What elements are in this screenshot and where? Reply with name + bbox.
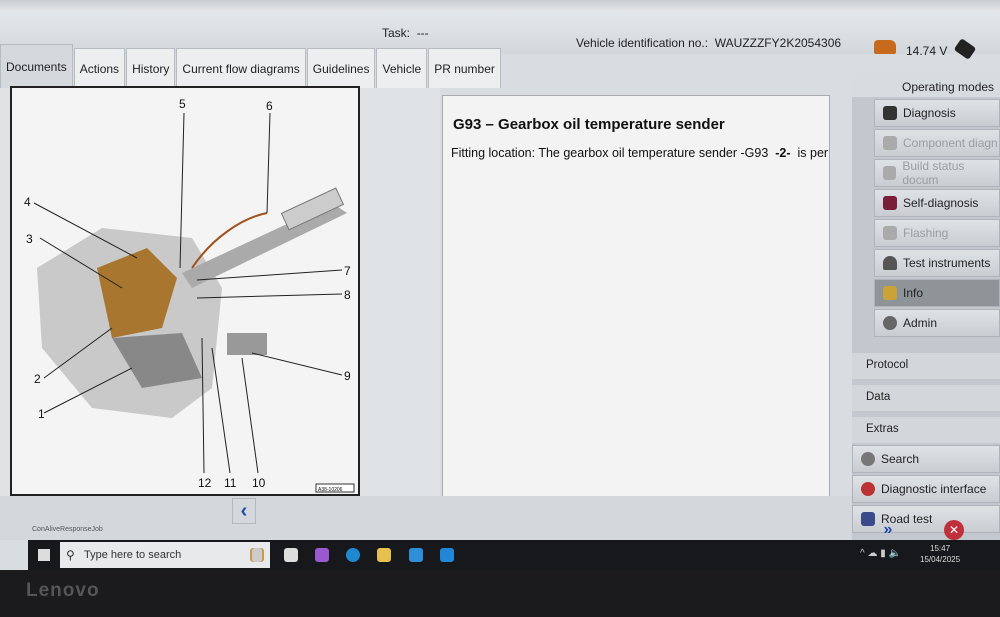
tab-bar: Documents Actions History Current flow d… [0,44,502,88]
extras-label: Diagnostic interface [881,482,987,496]
mode-label: Admin [903,316,938,330]
extras-label: Search [881,452,920,466]
mode-component-diagnosis[interactable]: Component diagn [874,129,1000,157]
tab-actions[interactable]: Actions [73,48,126,88]
component-diagram: 1 2 3 4 5 6 7 8 9 10 11 12 A38-10206 [10,86,360,496]
tab-history[interactable]: History [126,48,176,88]
callout-8: 8 [344,288,351,302]
build-status-icon [883,166,897,180]
title-bar [0,0,1000,12]
gauge-icon [883,256,897,270]
calendar-icon[interactable] [284,548,298,562]
diagnosis-icon [883,106,897,120]
component-icon [883,136,897,150]
section-protocol[interactable]: Protocol [852,353,1000,379]
odis-app-icon[interactable] [440,548,454,562]
windows-start-button[interactable] [38,549,50,561]
callout-3: 3 [26,232,33,246]
document-content: G93 – Gearbox oil temperature sender Fit… [442,95,830,515]
callout-4: 4 [24,195,31,209]
lenovo-logo: Lenovo [26,580,100,601]
screen: Task: --- Vehicle identification no.: WA… [0,0,1000,570]
callout-6: 6 [266,99,273,113]
callout-10: 10 [252,476,266,490]
mode-label: Test instruments [903,256,991,270]
bottom-bar: ‹ ConAliveResponseJob [0,496,852,540]
sidebar: Operating modes Diagnosis Component diag… [852,75,1000,545]
tab-vehicle[interactable]: Vehicle [376,48,428,88]
edge-icon[interactable] [346,548,360,562]
callout-9: 9 [344,369,351,383]
vin-display: Vehicle identification no.: WAUZZZFY2K20… [576,36,842,50]
status-text: ConAliveResponseJob [32,526,103,533]
tab-current-flow-diagrams[interactable]: Current flow diagrams [176,48,306,88]
mail-icon[interactable] [409,548,423,562]
info-icon [883,286,897,300]
section-data[interactable]: Data [852,385,1000,411]
mode-diagnosis[interactable]: Diagnosis [874,99,1000,127]
callout-1: 1 [38,407,45,421]
connector-icon [953,38,977,60]
mode-label: Info [903,286,924,300]
mode-self-diagnosis[interactable]: Self-diagnosis [874,189,1000,217]
diagram-ref-code: A38-10206 [318,487,343,493]
windows-taskbar: ⚲ Type here to search ^ ☁ ▮ 🔈 15:47 15/04/… [28,540,1000,570]
task-label: Task: --- [382,26,429,40]
operating-modes-heading: Operating modes [852,75,1000,97]
magnifier-icon [861,452,875,466]
mode-label: Self-diagnosis [903,196,979,210]
task-view-icon[interactable] [252,548,262,562]
mode-build-status[interactable]: Build status docum [874,159,1000,187]
document-title: G93 – Gearbox oil temperature sender [453,116,725,133]
system-tray[interactable]: ^ ☁ ▮ 🔈 [860,548,901,559]
cancel-button[interactable]: ✕ [944,520,964,540]
sensor-module [227,333,267,355]
copilot-icon[interactable] [315,548,329,562]
tab-pr-number[interactable]: PR number [428,48,501,88]
back-button[interactable]: ‹ [232,498,256,524]
mode-admin[interactable]: Admin [874,309,1000,337]
mode-label: Component diagn [903,136,998,150]
mode-info[interactable]: Info [874,279,1000,307]
flashing-icon [883,226,897,240]
self-diagnosis-icon [883,196,897,210]
search-icon: ⚲ [66,548,75,562]
search-placeholder: Type here to search [84,549,182,561]
battery-voltage: 14.74 V [906,44,948,58]
section-extras[interactable]: Extras [852,417,1000,443]
callout-12: 12 [198,476,212,490]
mode-label: Diagnosis [903,106,956,120]
gear-icon [883,316,897,330]
mode-test-instruments[interactable]: Test instruments [874,249,1000,277]
vehicle-icon [874,40,896,54]
callout-2: 2 [34,372,41,386]
mode-flashing[interactable]: Flashing [874,219,1000,247]
tab-documents[interactable]: Documents [0,44,73,88]
file-explorer-icon[interactable] [377,548,391,562]
callout-11: 11 [224,476,237,490]
document-text: Fitting location: The gearbox oil temper… [451,146,829,160]
callout-7: 7 [344,264,351,278]
interface-icon [861,482,875,496]
extras-search[interactable]: Search [852,445,1000,473]
extras-diagnostic-interface[interactable]: Diagnostic interface [852,475,1000,503]
tab-guidelines[interactable]: Guidelines [306,48,376,88]
mode-label: Build status docum [902,159,965,187]
taskbar-clock[interactable]: 15:47 15/04/2025 [920,543,960,565]
callout-5: 5 [179,97,186,111]
mode-label: Flashing [903,226,949,240]
taskbar-search[interactable]: ⚲ Type here to search [60,542,270,568]
